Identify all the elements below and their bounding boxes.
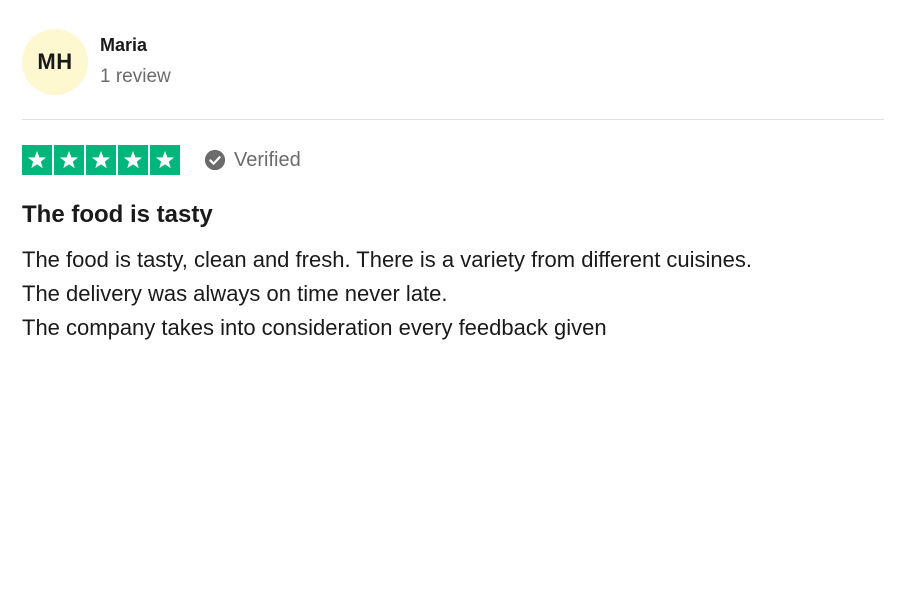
review-body-line: The company takes into consideration eve…	[22, 315, 607, 340]
review-body: The food is tasty, clean and fresh. Ther…	[22, 243, 752, 345]
star-icon	[54, 145, 84, 175]
rating-row: Verified	[22, 145, 301, 175]
consumer-name[interactable]: Maria	[100, 34, 171, 56]
consumer-details: Maria 1 review	[100, 34, 171, 88]
consumer-review-count: 1 review	[100, 66, 171, 87]
review-card: MH Maria 1 review Verified The food is t…	[0, 0, 900, 600]
review-body-line: The delivery was always on time never la…	[22, 281, 448, 306]
star-icon	[150, 145, 180, 175]
review-title: The food is tasty	[22, 201, 213, 228]
consumer-info: MH Maria 1 review	[22, 29, 171, 95]
review-body-line: The food is tasty, clean and fresh. Ther…	[22, 247, 753, 272]
star-icon	[118, 145, 148, 175]
star-icon	[86, 145, 116, 175]
verified-badge[interactable]: Verified	[204, 149, 301, 172]
star-rating	[22, 145, 180, 175]
star-icon	[22, 145, 52, 175]
divider	[22, 119, 884, 120]
avatar[interactable]: MH	[22, 29, 88, 95]
verified-label: Verified	[234, 148, 301, 171]
verified-check-icon	[204, 149, 226, 171]
